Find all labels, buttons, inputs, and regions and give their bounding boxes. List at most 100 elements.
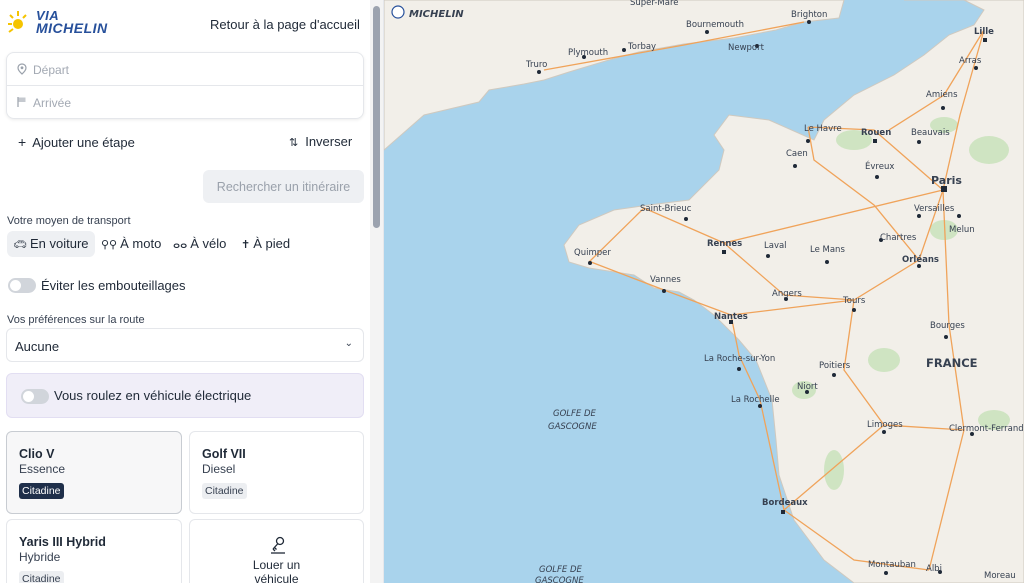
city-quimper: Quimper: [574, 248, 611, 258]
city-plymouth: Plymouth: [568, 48, 608, 58]
city-niort: Niort: [797, 382, 818, 392]
city-angers: Angers: [772, 289, 802, 299]
car-icon: 🚗︎: [13, 239, 27, 251]
rent-vehicle-card[interactable]: Louer un véhicule: [189, 519, 364, 583]
city-rouen: Rouen: [861, 128, 891, 138]
route-planner-panel: VIA MICHELIN Retour à la page d'accueil …: [0, 0, 370, 583]
motorbike-icon: ⚲⚲: [101, 239, 118, 251]
transport-bike-label: À vélo: [190, 236, 227, 251]
city-versailles: Versailles: [914, 204, 955, 214]
city-lehavre: Le Havre: [804, 124, 842, 134]
vehicle-name: Clio V: [19, 447, 55, 461]
city-evreux: Évreux: [865, 160, 894, 172]
vehicle-category-badge: Citadine: [202, 483, 247, 499]
add-step-button[interactable]: + Ajouter une étape: [18, 134, 135, 150]
plus-icon: +: [18, 134, 27, 150]
preferences-select[interactable]: Aucune ⌄: [6, 328, 364, 362]
preferences-value: Aucune: [15, 339, 60, 354]
city-beauvais: Beauvais: [911, 128, 950, 138]
preferences-label: Vos préférences sur la route: [7, 314, 145, 326]
end-input[interactable]: [33, 92, 353, 114]
transport-car-label: En voiture: [29, 236, 89, 251]
map-view[interactable]: MICHELIN Lille Arras Amiens Rouen Beauva…: [384, 0, 1024, 583]
city-bordeaux: Bordeaux: [762, 498, 808, 508]
city-newport: Newport: [728, 43, 765, 53]
city-clermont: Clermont-Ferrand: [949, 424, 1024, 434]
panel-scrollbar[interactable]: [370, 0, 384, 583]
search-route-button[interactable]: Rechercher un itinéraire: [203, 170, 364, 203]
sun-icon: [8, 11, 27, 33]
city-arras: Arras: [959, 56, 982, 66]
vehicle-name: Yaris III Hybrid: [19, 535, 106, 549]
walker-icon: ✝: [241, 239, 251, 251]
city-orleans: Orléans: [902, 254, 939, 265]
city-larochesuryon: La Roche-sur-Yon: [704, 354, 775, 364]
vehicle-fuel: Essence: [19, 462, 66, 476]
vehicle-card-golf[interactable]: Golf VII Diesel Citadine: [189, 431, 364, 514]
city-montauban: Montauban: [868, 560, 916, 570]
flag-icon: [17, 97, 26, 107]
transport-moto-label: À moto: [120, 236, 162, 251]
swap-arrows-icon: ⇅: [289, 137, 299, 149]
transport-car-button[interactable]: 🚗︎ En voiture: [7, 231, 95, 257]
city-bournemouth: Bournemouth: [686, 20, 744, 30]
city-chartres: Chartres: [880, 233, 917, 243]
city-supermare: Super-Mare: [630, 0, 679, 8]
city-amiens: Amiens: [926, 90, 958, 100]
toggle-knob: [10, 280, 21, 291]
city-moreau: Moreau: [984, 571, 1016, 581]
transport-motorbike-button[interactable]: ⚲⚲ À moto: [95, 231, 167, 257]
electric-toggle-label: Vous roulez en véhicule électrique: [54, 388, 252, 403]
vehicle-category-badge: Citadine: [19, 571, 64, 583]
traffic-toggle[interactable]: [8, 278, 36, 293]
vehicle-name: Golf VII: [202, 447, 246, 461]
city-bourges: Bourges: [930, 321, 965, 331]
city-melun: Melun: [949, 225, 975, 235]
sea-label-line1: GOLFE DE: [553, 409, 597, 419]
transport-label: Votre moyen de transport: [7, 215, 131, 227]
map-canvas[interactable]: MICHELIN Lille Arras Amiens Rouen Beauva…: [384, 0, 1024, 583]
city-brighton: Brighton: [791, 10, 827, 20]
invert-label: Inverser: [305, 134, 353, 149]
country-label: FRANCE: [926, 356, 978, 370]
city-vannes: Vannes: [650, 275, 681, 285]
city-poitiers: Poitiers: [819, 361, 851, 371]
city-laval: Laval: [764, 241, 787, 251]
sea-label-bottom-line1: GOLFE DE: [539, 565, 583, 575]
vehicle-fuel: Hybride: [19, 550, 61, 564]
map-brand-label: MICHELIN: [409, 9, 464, 20]
location-pin-icon: [17, 63, 27, 75]
city-rennes: Rennes: [707, 239, 742, 249]
transport-walk-button[interactable]: ✝ À pied: [235, 231, 296, 257]
scrollbar-thumb[interactable]: [373, 6, 380, 228]
vehicle-category-badge: Citadine: [19, 483, 64, 499]
home-link[interactable]: Retour à la page d'accueil: [210, 17, 360, 32]
transport-bicycle-button[interactable]: ⴰⴰ À vélo: [167, 231, 232, 257]
sea-label-line2: GASCOGNE: [548, 422, 597, 432]
rent-line2: véhicule: [254, 572, 299, 583]
add-step-label: Ajouter une étape: [32, 135, 135, 150]
bicycle-icon: ⴰⴰ: [173, 239, 188, 251]
traffic-toggle-label: Éviter les embouteillages: [41, 278, 186, 293]
toggle-knob: [23, 391, 34, 402]
city-tours: Tours: [842, 296, 866, 306]
route-inputs: [6, 52, 364, 119]
start-input[interactable]: [33, 59, 353, 81]
city-lemans: Le Mans: [810, 245, 845, 255]
vehicle-card-yaris[interactable]: Yaris III Hybrid Hybride Citadine: [6, 519, 182, 583]
end-row: [7, 86, 363, 119]
invert-button[interactable]: ⇅ Inverser: [289, 134, 352, 149]
city-limoges: Limoges: [867, 420, 903, 430]
viamichelin-logo[interactable]: VIA MICHELIN: [6, 9, 126, 39]
sea-label-bottom-line2: GASCOGNE: [535, 576, 584, 583]
vehicle-fuel: Diesel: [202, 462, 236, 476]
chevron-down-icon: ⌄: [344, 338, 353, 349]
city-torbay: Torbay: [627, 42, 656, 52]
key-icon: [271, 536, 285, 554]
city-larochelle: La Rochelle: [731, 395, 780, 405]
logo-text-line2: MICHELIN: [36, 20, 108, 36]
vehicle-card-clio[interactable]: Clio V Essence Citadine: [6, 431, 182, 514]
electric-vehicle-box: Vous roulez en véhicule électrique: [6, 373, 364, 418]
start-row: [7, 53, 363, 86]
electric-toggle[interactable]: [21, 389, 49, 404]
